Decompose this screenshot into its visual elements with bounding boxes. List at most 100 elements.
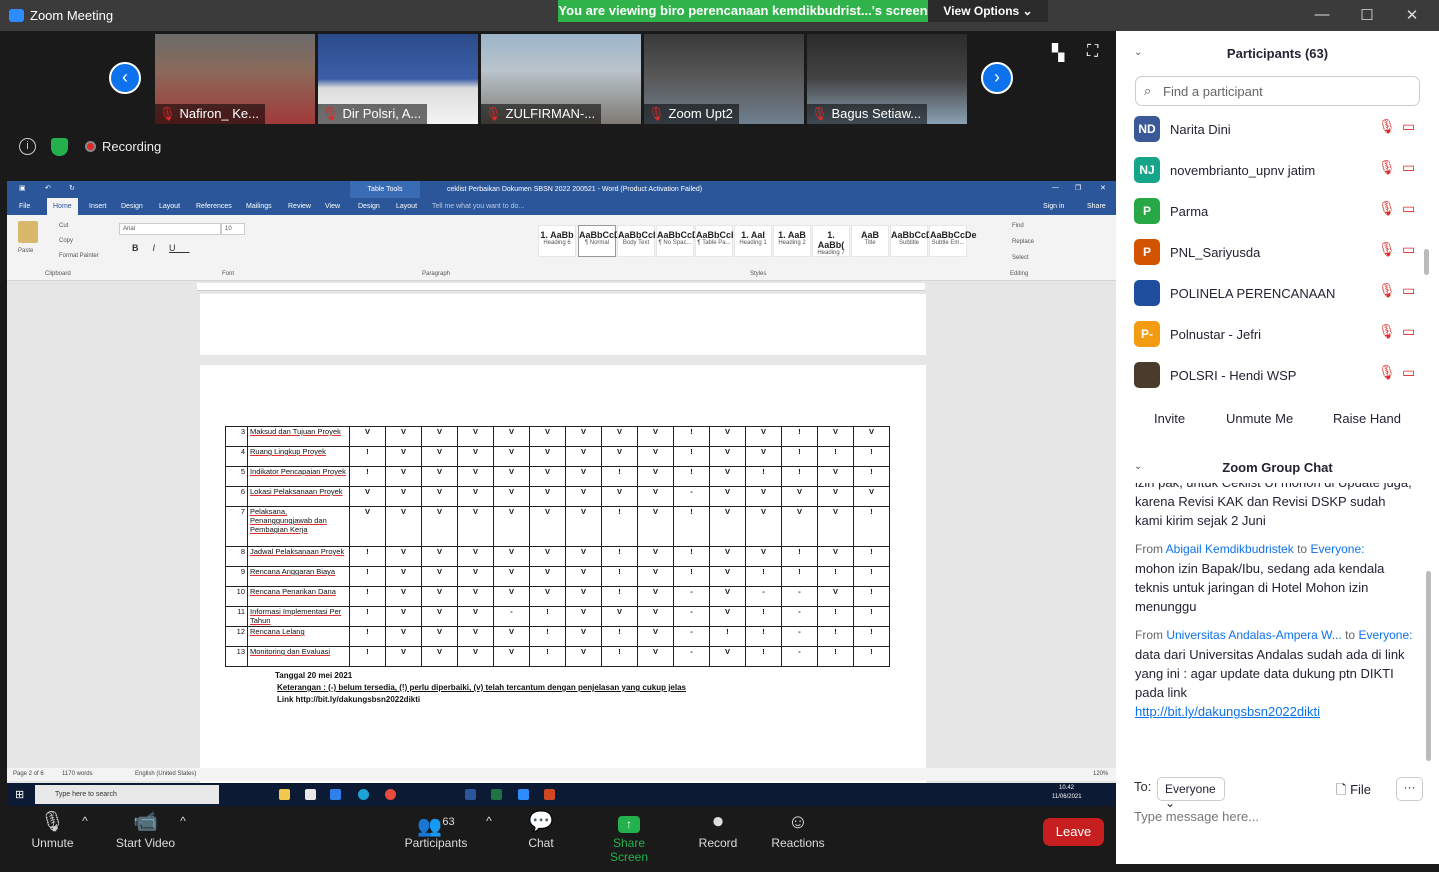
audio-options-chevron[interactable]: ^ [78,814,92,872]
window-title: Zoom Meeting [30,8,114,23]
table-row: 9 Rencana Anggaran Biaya! V V V V V V! V! V!!!! [225,566,890,587]
row-mark: ! [349,546,386,567]
excel-icon [491,789,502,800]
file-button[interactable]: 🗋 File [1336,781,1371,803]
row-mark: V [457,566,494,587]
row-mark: ! [601,546,638,567]
sign-in-link: Sign in [1043,203,1065,210]
row-mark: V [457,486,494,507]
participant-row[interactable]: ND Narita Dini 🎙 ▭ [1134,114,1424,144]
invite-button[interactable]: Invite [1154,411,1185,426]
video-tile[interactable]: 🎙 Nafiron_ Ke... [155,34,315,124]
row-mark: V [781,486,818,507]
row-number: 9 [225,566,248,587]
record-button[interactable]: ⏺ Record [697,806,739,864]
layout-icon[interactable]: ▚ [1052,43,1064,63]
row-number: 5 [225,466,248,487]
recording-label: Recording [102,139,162,154]
participant-search-input[interactable]: Find a participant [1135,76,1420,106]
row-mark: - [745,586,782,607]
row-mark: ! [853,566,890,587]
shield-icon[interactable] [51,138,68,156]
to-label: To: [1134,779,1152,794]
sender-name[interactable]: Universitas Andalas-Ampera W... [1166,628,1341,642]
participant-row[interactable]: P PNL_Sariyusda 🎙 ▭ [1134,237,1424,267]
row-mark: - [673,586,710,607]
view-options-button[interactable]: View Options ⌄ [928,0,1048,22]
more-button[interactable]: ··· [1396,777,1423,801]
video-tile[interactable]: 🎙 Dir Polsri, A... [318,34,478,124]
video-tile[interactable]: 🎙 Bagus Setiaw... [807,34,967,124]
chat-link[interactable]: http://bit.ly/dakungsbsn2022dikti [1135,702,1415,721]
row-mark: V [709,486,746,507]
info-icon[interactable]: i [19,138,36,155]
participant-row[interactable]: P Parma 🎙 ▭ [1134,196,1424,226]
document-page [200,294,926,355]
row-mark: V [709,606,746,627]
message-input[interactable]: Type message here... [1134,809,1259,824]
recipient-select[interactable]: Everyone ⌄ [1157,777,1225,810]
row-mark: V [529,506,566,547]
participant-row[interactable]: POLSRI - Hendi WSP 🎙 ▭ [1134,360,1424,390]
row-mark: V [565,646,602,667]
share-screen-button[interactable]: ↑ Share Screen [593,806,665,864]
start-video-button[interactable]: 📹 Start Video [113,806,178,864]
zoom-icon [518,789,529,800]
word-tab: Insert [89,203,107,210]
next-page-button[interactable]: › [981,62,1013,94]
row-mark: V [709,586,746,607]
video-tile[interactable]: 🎙 Zoom Upt2 [644,34,804,124]
participant-row[interactable]: NJ novembrianto_upnv jatim 🎙 ▭ [1134,155,1424,185]
row-mark: V [565,586,602,607]
participants-options-chevron[interactable]: ^ [482,814,496,872]
reactions-button[interactable]: ☺ Reactions [770,806,826,864]
row-mark: V [385,586,422,607]
avatar: P [1134,198,1160,224]
folder-icon [279,789,290,800]
prev-page-button[interactable]: ‹ [109,62,141,94]
muted-mic-icon: 🎙 [159,106,176,121]
row-mark: V [457,466,494,487]
muted-mic-icon: 🎙 [1378,200,1396,216]
participant-row[interactable]: POLINELA PERENCANAAN 🎙 ▭ [1134,278,1424,308]
scrollbar[interactable] [1424,249,1429,275]
unmute-button[interactable]: 🎙 Unmute [25,806,80,864]
scrollbar[interactable] [1426,571,1431,761]
raise-hand-button[interactable]: Raise Hand [1333,411,1401,426]
unmute-me-button[interactable]: Unmute Me [1226,411,1293,426]
row-mark: - [493,606,530,627]
row-mark: V [745,446,782,467]
row-mark: V [853,486,890,507]
video-tile[interactable]: 🎙 ZULFIRMAN-... [481,34,641,124]
fullscreen-icon[interactable]: ⛶ [1087,43,1098,61]
row-mark: V [529,586,566,607]
table-tools-label: Table Tools [350,181,420,198]
participant-row[interactable]: P- Polnustar - Jefri 🎙 ▭ [1134,319,1424,349]
row-mark: V [709,446,746,467]
link-line: Link http://bit.ly/dakungsbsn2022dikti [277,695,421,704]
row-mark: V [457,426,494,447]
participant-name: POLSRI - Hendi WSP [1170,368,1297,383]
row-mark: V [457,446,494,467]
chat-button[interactable]: 💬 Chat [523,806,559,864]
participants-button[interactable]: 👥63 Participants [403,806,469,864]
row-mark: V [421,426,458,447]
maximize-button[interactable]: ☐ [1352,6,1382,24]
row-mark: ! [601,506,638,547]
row-mark: ! [781,566,818,587]
row-mark: V [565,506,602,547]
leave-button[interactable]: Leave [1043,818,1104,846]
row-mark: - [781,646,818,667]
avatar: P [1134,239,1160,265]
row-mark: ! [349,626,386,647]
video-options-chevron[interactable]: ^ [176,814,190,872]
video-off-icon: ▭ [1402,282,1416,298]
muted-mic-icon: 🎙 [1378,364,1396,380]
shared-screen[interactable]: ▣ ↶ ↻ Table Tools ceklist Perbaikan Doku… [7,181,1116,806]
participant-name: Polnustar - Jefri [1170,327,1262,342]
minimize-button[interactable]: — [1307,6,1337,23]
row-mark: ! [817,646,854,667]
sender-name[interactable]: Abigail Kemdikbudristek [1166,542,1294,556]
close-button[interactable]: ✕ [1397,6,1427,24]
row-mark: V [493,466,530,487]
